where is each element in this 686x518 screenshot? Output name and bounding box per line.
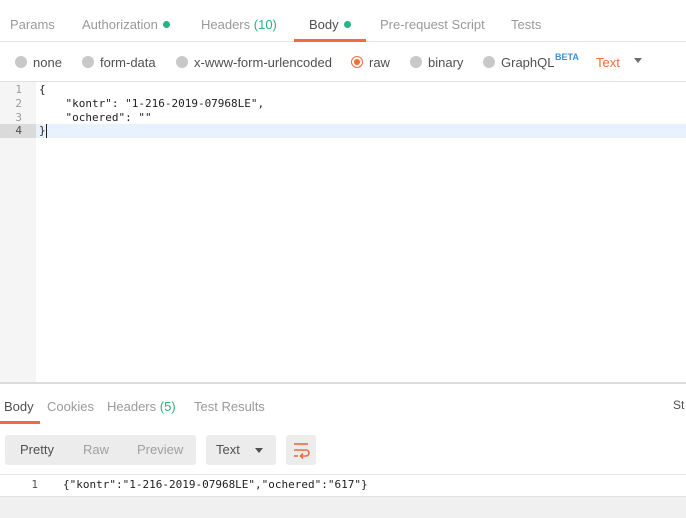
response-line-text: {"kontr":"1-216-2019-07968LE","ochered":… xyxy=(63,478,368,491)
response-tab-headers-label: Headers xyxy=(107,399,157,414)
line-number: 2 xyxy=(15,97,22,110)
tab-authorization-label: Authorization xyxy=(82,17,158,32)
tab-authorization[interactable]: Authorization xyxy=(82,0,170,42)
editor-line-current: 4 } xyxy=(0,124,686,138)
tab-headers-label: Headers xyxy=(201,17,251,32)
response-tab-body-label: Body xyxy=(4,399,34,414)
beta-badge: BETA xyxy=(555,52,579,62)
response-tab-test-results[interactable]: Test Results xyxy=(194,384,265,424)
editor-line: 3 "ochered": "" xyxy=(0,111,686,125)
status-bar xyxy=(0,496,686,518)
wrap-lines-icon xyxy=(294,443,310,460)
request-body-editor[interactable]: 1 { 2 "kontr": "1-216-2019-07968LE", 3 "… xyxy=(0,82,686,382)
response-tab-headers[interactable]: Headers (5) xyxy=(107,384,176,424)
chevron-down-icon xyxy=(255,448,263,453)
response-tab-cookies[interactable]: Cookies xyxy=(47,384,94,424)
line-number: 1 xyxy=(31,478,38,491)
tab-pre-request-script[interactable]: Pre-request Script xyxy=(380,0,485,42)
editor-line: 2 "kontr": "1-216-2019-07968LE", xyxy=(0,97,686,111)
line-number: 1 xyxy=(15,83,22,96)
tab-headers-count: (10) xyxy=(253,17,277,32)
response-tab-test-results-label: Test Results xyxy=(194,399,265,414)
line-text: { xyxy=(39,83,46,96)
response-language-select[interactable]: Text xyxy=(206,435,276,465)
radio-circle-icon xyxy=(410,56,422,68)
radio-circle-icon xyxy=(15,56,27,68)
line-number: 4 xyxy=(0,124,36,138)
response-tab-headers-count: (5) xyxy=(159,399,176,414)
radio-selected-icon xyxy=(351,56,363,68)
tab-body-label: Body xyxy=(309,17,339,32)
raw-button[interactable]: Raw xyxy=(83,435,109,465)
line-text: } xyxy=(39,124,46,137)
response-tab-body[interactable]: Body xyxy=(4,384,34,424)
radio-circle-icon xyxy=(483,56,495,68)
response-language-label: Text xyxy=(216,442,240,457)
chevron-down-icon[interactable] xyxy=(634,58,642,63)
radio-raw-label: raw xyxy=(369,55,390,70)
tab-pre-request-script-label: Pre-request Script xyxy=(380,17,485,32)
response-line: 1 {"kontr":"1-216-2019-07968LE","ochered… xyxy=(0,477,686,493)
line-number: 3 xyxy=(15,111,22,124)
modified-dot-icon xyxy=(343,21,351,28)
radio-urlencoded-label: x-www-form-urlencoded xyxy=(194,55,332,70)
response-tab-cookies-label: Cookies xyxy=(47,399,94,414)
body-type-options: none form-data x-www-form-urlencoded raw… xyxy=(0,42,686,82)
radio-circle-icon xyxy=(176,56,188,68)
tab-tests-label: Tests xyxy=(511,17,542,32)
preview-button[interactable]: Preview xyxy=(137,435,183,465)
radio-graphql-label: GraphQL xyxy=(501,55,555,70)
radio-binary-label: binary xyxy=(428,55,464,70)
pretty-button[interactable]: Pretty xyxy=(20,435,54,465)
response-tabs: Body Cookies Headers (5) Test Results xyxy=(0,384,686,424)
line-text: "ochered": "" xyxy=(39,111,152,124)
postman-request-panel: Params Authorization Headers (10) Body P… xyxy=(0,0,686,518)
wrap-lines-button[interactable] xyxy=(286,435,316,465)
content-type-select[interactable]: Text xyxy=(596,55,620,71)
tab-body[interactable]: Body xyxy=(309,0,351,42)
status-label: St xyxy=(673,398,685,412)
tab-params-label: Params xyxy=(10,17,55,32)
text-cursor xyxy=(46,124,47,138)
tab-params[interactable]: Params xyxy=(10,0,55,42)
line-text: "kontr": "1-216-2019-07968LE", xyxy=(39,97,265,110)
request-tabs: Params Authorization Headers (10) Body P… xyxy=(0,0,686,42)
radio-form-data-label: form-data xyxy=(100,55,156,70)
response-body-viewer[interactable]: 1 {"kontr":"1-216-2019-07968LE","ochered… xyxy=(0,474,686,494)
tab-tests[interactable]: Tests xyxy=(511,0,541,42)
response-toolbar: Pretty Raw Preview Text xyxy=(0,424,686,474)
modified-dot-icon xyxy=(162,21,170,28)
editor-line: 1 { xyxy=(0,83,686,97)
radio-circle-icon xyxy=(82,56,94,68)
format-button-group: Pretty Raw Preview xyxy=(5,435,196,465)
radio-none-label: none xyxy=(33,55,62,70)
tab-headers[interactable]: Headers (10) xyxy=(201,0,277,42)
